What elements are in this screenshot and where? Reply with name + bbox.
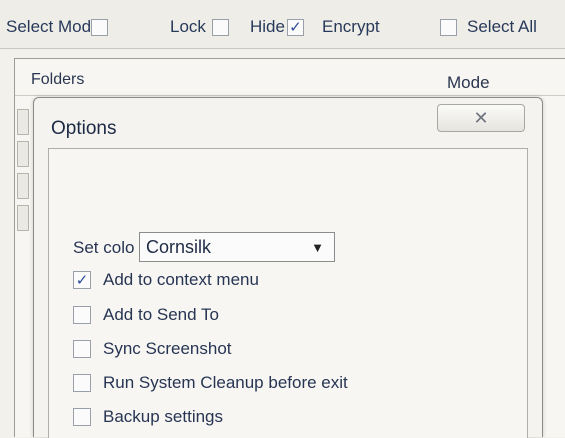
- lock-toggle[interactable]: Lock: [170, 14, 229, 40]
- option-add-to-context-menu[interactable]: ✓ Add to context menu: [73, 270, 259, 290]
- select-mode-label: Select Mod: [6, 17, 92, 36]
- dialog-title: Options: [51, 118, 117, 139]
- option-sync-screenshot[interactable]: Sync Screenshot: [73, 339, 232, 359]
- check-icon: ✓: [75, 271, 89, 289]
- encrypt-label: Encrypt: [322, 17, 380, 36]
- hide-checkbox[interactable]: ✓: [286, 18, 304, 36]
- table-row[interactable]: [17, 173, 29, 199]
- table-row[interactable]: [17, 141, 29, 167]
- option-label: Add to Send To: [103, 305, 219, 324]
- checkbox[interactable]: [73, 340, 91, 358]
- lock-checkbox[interactable]: [211, 18, 229, 36]
- option-add-to-send-to[interactable]: Add to Send To: [73, 305, 219, 325]
- lock-label: Lock: [170, 17, 206, 36]
- select-all-toggle[interactable]: Select All: [440, 14, 537, 40]
- option-run-system-cleanup[interactable]: Run System Cleanup before exit: [73, 373, 348, 393]
- checkbox[interactable]: [73, 374, 91, 392]
- color-select[interactable]: Cornsilk ▼: [139, 232, 335, 262]
- checkbox[interactable]: [73, 408, 91, 426]
- check-icon: ✓: [289, 18, 302, 36]
- set-color-label: Set colo: [73, 238, 135, 257]
- option-label: Run System Cleanup before exit: [103, 373, 348, 392]
- option-label: Sync Screenshot: [103, 339, 232, 358]
- color-select-value: Cornsilk: [146, 236, 212, 257]
- options-dialog: Options ✕ Set colo Cornsilk ▼ ✓ Add to c…: [33, 97, 543, 438]
- close-icon: ✕: [473, 107, 489, 128]
- folders-column-header[interactable]: Folders: [31, 71, 84, 89]
- option-label: Backup settings: [103, 407, 224, 426]
- encrypt-toggle[interactable]: Encrypt: [322, 14, 380, 40]
- column-header: Folders Mode: [15, 59, 565, 96]
- select-all-label: Select All: [467, 17, 537, 36]
- option-label: Add to context menu: [103, 270, 259, 289]
- chevron-down-icon: ▼: [311, 239, 324, 255]
- hide-label: Hide: [250, 17, 285, 36]
- select-mode-toggle[interactable]: Select Mod: [6, 14, 109, 40]
- select-all-checkbox[interactable]: [440, 18, 457, 36]
- table-row[interactable]: [17, 109, 29, 135]
- checkbox[interactable]: ✓: [73, 271, 91, 289]
- close-button[interactable]: ✕: [437, 104, 525, 132]
- select-mode-checkbox[interactable]: [91, 18, 109, 36]
- checkbox[interactable]: [73, 306, 91, 324]
- option-backup-settings[interactable]: Backup settings: [73, 407, 223, 427]
- options-panel: Set colo Cornsilk ▼ ✓ Add to context men…: [48, 148, 528, 438]
- mode-column-header[interactable]: Mode: [447, 73, 490, 93]
- hide-toggle[interactable]: Hide ✓: [250, 14, 304, 40]
- table-row[interactable]: [17, 205, 29, 231]
- toolbar: Select Mod Lock Hide ✓ Encrypt Select Al…: [0, 0, 565, 49]
